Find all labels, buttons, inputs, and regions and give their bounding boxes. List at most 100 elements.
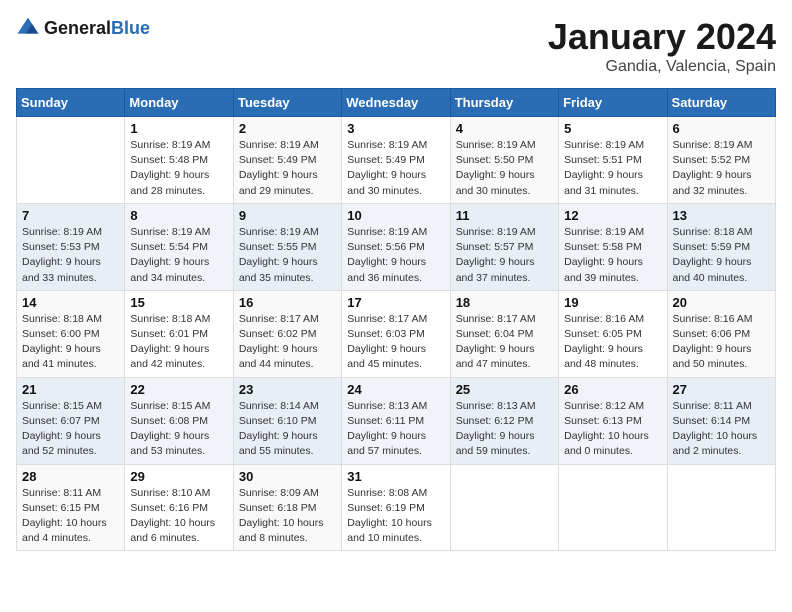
day-number: 3 bbox=[347, 121, 444, 136]
day-info: Sunrise: 8:19 AMSunset: 5:55 PMDaylight:… bbox=[239, 225, 336, 286]
calendar-table: SundayMondayTuesdayWednesdayThursdayFrid… bbox=[16, 88, 776, 551]
day-info: Sunrise: 8:19 AMSunset: 5:53 PMDaylight:… bbox=[22, 225, 119, 286]
calendar-cell bbox=[559, 464, 667, 551]
day-info: Sunrise: 8:19 AMSunset: 5:58 PMDaylight:… bbox=[564, 225, 661, 286]
calendar-cell: 16 Sunrise: 8:17 AMSunset: 6:02 PMDayligh… bbox=[233, 290, 341, 377]
day-number: 30 bbox=[239, 469, 336, 484]
calendar-cell: 4 Sunrise: 8:19 AMSunset: 5:50 PMDaylight… bbox=[450, 117, 558, 204]
day-number: 29 bbox=[130, 469, 227, 484]
day-info: Sunrise: 8:19 AMSunset: 5:56 PMDaylight:… bbox=[347, 225, 444, 286]
day-info: Sunrise: 8:19 AMSunset: 5:54 PMDaylight:… bbox=[130, 225, 227, 286]
logo-icon bbox=[16, 16, 40, 40]
day-number: 21 bbox=[22, 382, 119, 397]
calendar-cell: 29 Sunrise: 8:10 AMSunset: 6:16 PMDayligh… bbox=[125, 464, 233, 551]
day-number: 2 bbox=[239, 121, 336, 136]
day-info: Sunrise: 8:18 AMSunset: 5:59 PMDaylight:… bbox=[673, 225, 770, 286]
day-info: Sunrise: 8:17 AMSunset: 6:03 PMDaylight:… bbox=[347, 312, 444, 373]
day-info: Sunrise: 8:19 AMSunset: 5:52 PMDaylight:… bbox=[673, 138, 770, 199]
logo-general: General bbox=[44, 18, 111, 38]
page-header: GeneralBlue January 2024 Gandia, Valenci… bbox=[16, 16, 776, 76]
calendar-cell: 10 Sunrise: 8:19 AMSunset: 5:56 PMDayligh… bbox=[342, 203, 450, 290]
calendar-week-row: 7 Sunrise: 8:19 AMSunset: 5:53 PMDaylight… bbox=[17, 203, 776, 290]
calendar-cell: 28 Sunrise: 8:11 AMSunset: 6:15 PMDayligh… bbox=[17, 464, 125, 551]
calendar-cell bbox=[17, 117, 125, 204]
day-number: 22 bbox=[130, 382, 227, 397]
day-info: Sunrise: 8:19 AMSunset: 5:57 PMDaylight:… bbox=[456, 225, 553, 286]
day-number: 27 bbox=[673, 382, 770, 397]
weekday-header-friday: Friday bbox=[559, 89, 667, 117]
day-info: Sunrise: 8:14 AMSunset: 6:10 PMDaylight:… bbox=[239, 399, 336, 460]
calendar-week-row: 14Sunrise: 8:18 AMSunset: 6:00 PMDayligh… bbox=[17, 290, 776, 377]
day-number: 31 bbox=[347, 469, 444, 484]
calendar-cell: 14Sunrise: 8:18 AMSunset: 6:00 PMDayligh… bbox=[17, 290, 125, 377]
calendar-cell: 19 Sunrise: 8:16 AMSunset: 6:05 PMDayligh… bbox=[559, 290, 667, 377]
day-info: Sunrise: 8:17 AMSunset: 6:02 PMDaylight:… bbox=[239, 312, 336, 373]
calendar-cell: 23 Sunrise: 8:14 AMSunset: 6:10 PMDayligh… bbox=[233, 377, 341, 464]
title-area: January 2024 Gandia, Valencia, Spain bbox=[548, 16, 776, 76]
day-number: 23 bbox=[239, 382, 336, 397]
day-info: Sunrise: 8:10 AMSunset: 6:16 PMDaylight:… bbox=[130, 486, 227, 547]
calendar-cell bbox=[450, 464, 558, 551]
calendar-cell: 2 Sunrise: 8:19 AMSunset: 5:49 PMDaylight… bbox=[233, 117, 341, 204]
day-number: 26 bbox=[564, 382, 661, 397]
day-info: Sunrise: 8:09 AMSunset: 6:18 PMDaylight:… bbox=[239, 486, 336, 547]
logo-blue: Blue bbox=[111, 18, 150, 38]
calendar-cell bbox=[667, 464, 775, 551]
day-number: 4 bbox=[456, 121, 553, 136]
calendar-cell: 13 Sunrise: 8:18 AMSunset: 5:59 PMDayligh… bbox=[667, 203, 775, 290]
day-number: 10 bbox=[347, 208, 444, 223]
calendar-week-row: 28 Sunrise: 8:11 AMSunset: 6:15 PMDayligh… bbox=[17, 464, 776, 551]
weekday-header-thursday: Thursday bbox=[450, 89, 558, 117]
day-number: 13 bbox=[673, 208, 770, 223]
day-info: Sunrise: 8:12 AMSunset: 6:13 PMDaylight:… bbox=[564, 399, 661, 460]
day-number: 28 bbox=[22, 469, 119, 484]
day-number: 17 bbox=[347, 295, 444, 310]
day-number: 7 bbox=[22, 208, 119, 223]
day-number: 19 bbox=[564, 295, 661, 310]
day-info: Sunrise: 8:13 AMSunset: 6:12 PMDaylight:… bbox=[456, 399, 553, 460]
day-number: 25 bbox=[456, 382, 553, 397]
day-number: 6 bbox=[673, 121, 770, 136]
calendar-cell: 11 Sunrise: 8:19 AMSunset: 5:57 PMDayligh… bbox=[450, 203, 558, 290]
calendar-cell: 17 Sunrise: 8:17 AMSunset: 6:03 PMDayligh… bbox=[342, 290, 450, 377]
calendar-cell: 25 Sunrise: 8:13 AMSunset: 6:12 PMDayligh… bbox=[450, 377, 558, 464]
calendar-cell: 31 Sunrise: 8:08 AMSunset: 6:19 PMDayligh… bbox=[342, 464, 450, 551]
day-number: 1 bbox=[130, 121, 227, 136]
day-info: Sunrise: 8:16 AMSunset: 6:05 PMDaylight:… bbox=[564, 312, 661, 373]
day-info: Sunrise: 8:08 AMSunset: 6:19 PMDaylight:… bbox=[347, 486, 444, 547]
calendar-cell: 22 Sunrise: 8:15 AMSunset: 6:08 PMDayligh… bbox=[125, 377, 233, 464]
day-info: Sunrise: 8:19 AMSunset: 5:49 PMDaylight:… bbox=[347, 138, 444, 199]
location-subtitle: Gandia, Valencia, Spain bbox=[548, 58, 776, 76]
calendar-cell: 9 Sunrise: 8:19 AMSunset: 5:55 PMDaylight… bbox=[233, 203, 341, 290]
calendar-week-row: 21 Sunrise: 8:15 AMSunset: 6:07 PMDayligh… bbox=[17, 377, 776, 464]
day-number: 24 bbox=[347, 382, 444, 397]
calendar-cell: 18Sunrise: 8:17 AMSunset: 6:04 PMDayligh… bbox=[450, 290, 558, 377]
day-number: 15 bbox=[130, 295, 227, 310]
calendar-header-row: SundayMondayTuesdayWednesdayThursdayFrid… bbox=[17, 89, 776, 117]
day-number: 8 bbox=[130, 208, 227, 223]
weekday-header-monday: Monday bbox=[125, 89, 233, 117]
month-year-title: January 2024 bbox=[548, 16, 776, 58]
calendar-cell: 1Sunrise: 8:19 AMSunset: 5:48 PMDaylight… bbox=[125, 117, 233, 204]
day-info: Sunrise: 8:19 AMSunset: 5:50 PMDaylight:… bbox=[456, 138, 553, 199]
day-info: Sunrise: 8:11 AMSunset: 6:15 PMDaylight:… bbox=[22, 486, 119, 547]
day-number: 12 bbox=[564, 208, 661, 223]
calendar-cell: 8 Sunrise: 8:19 AMSunset: 5:54 PMDaylight… bbox=[125, 203, 233, 290]
day-info: Sunrise: 8:18 AMSunset: 6:00 PMDaylight:… bbox=[22, 312, 119, 373]
day-info: Sunrise: 8:15 AMSunset: 6:07 PMDaylight:… bbox=[22, 399, 119, 460]
calendar-cell: 7 Sunrise: 8:19 AMSunset: 5:53 PMDaylight… bbox=[17, 203, 125, 290]
calendar-cell: 5Sunrise: 8:19 AMSunset: 5:51 PMDaylight… bbox=[559, 117, 667, 204]
weekday-header-tuesday: Tuesday bbox=[233, 89, 341, 117]
logo: GeneralBlue bbox=[16, 16, 150, 40]
day-info: Sunrise: 8:15 AMSunset: 6:08 PMDaylight:… bbox=[130, 399, 227, 460]
day-number: 20 bbox=[673, 295, 770, 310]
day-info: Sunrise: 8:19 AMSunset: 5:49 PMDaylight:… bbox=[239, 138, 336, 199]
day-number: 5 bbox=[564, 121, 661, 136]
calendar-cell: 3 Sunrise: 8:19 AMSunset: 5:49 PMDaylight… bbox=[342, 117, 450, 204]
day-number: 16 bbox=[239, 295, 336, 310]
calendar-week-row: 1Sunrise: 8:19 AMSunset: 5:48 PMDaylight… bbox=[17, 117, 776, 204]
day-number: 9 bbox=[239, 208, 336, 223]
day-info: Sunrise: 8:17 AMSunset: 6:04 PMDaylight:… bbox=[456, 312, 553, 373]
calendar-cell: 26 Sunrise: 8:12 AMSunset: 6:13 PMDayligh… bbox=[559, 377, 667, 464]
day-number: 11 bbox=[456, 208, 553, 223]
